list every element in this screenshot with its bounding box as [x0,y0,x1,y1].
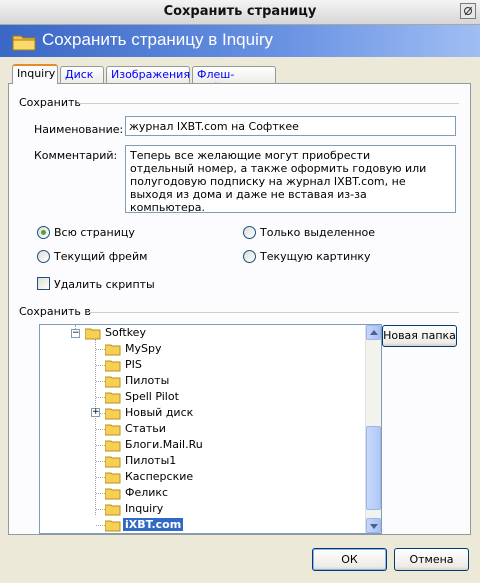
tree-item-label: Блоги.Mail.Ru [125,438,203,451]
tree-item-label: Статьи [125,422,166,435]
cancel-button[interactable]: Отмена [394,548,469,571]
folder-icon [105,520,121,532]
save-to-group-title: Сохранить в [19,305,91,318]
folder-icon [105,376,121,388]
window-title: Сохранить страницу [163,4,317,19]
tab-flash[interactable]: Флеш-файлы [192,66,276,94]
scroll-up-icon[interactable] [366,325,381,340]
radio-current-frame-label: Текущий фрейм [54,250,148,263]
new-folder-button[interactable]: Новая папка [382,325,457,347]
tree-item-label: iXBT.com [123,518,184,531]
radio-current-frame[interactable] [37,250,50,263]
tree-item-label: Пилоты [125,374,170,387]
tree-item-label: PIS [125,358,142,371]
tab-disk[interactable]: Диск [60,66,104,83]
header-banner: Сохранить страницу в Inquiry [0,25,480,57]
ok-button[interactable]: ОК [312,548,387,571]
comment-field[interactable]: Теперь все желающие могут приобрести отд… [125,145,456,213]
folder-icon [105,488,121,500]
radio-current-picture-label: Текущую картинку [260,250,371,263]
tree-item-label: Феликс [125,486,169,499]
folder-icon [105,504,121,516]
radio-whole-page[interactable] [37,226,50,239]
tree-scrollbar[interactable] [365,325,381,533]
divider [87,312,459,313]
tab-panel: Сохранить Наименование: журнал IXBT.com … [8,83,471,535]
tree-item-label: MySpy [125,342,162,355]
tree-item-label: Пилоты1 [125,454,177,467]
folder-icon [85,328,101,340]
folder-icon [105,440,121,452]
tree-item-label: Новый диск [125,406,194,419]
folder-tree[interactable]: − Softkey MySpy PIS Пилоты Spell Pilot + [39,324,382,534]
close-icon[interactable] [460,3,476,19]
tab-images[interactable]: Изображения [106,66,190,83]
folder-icon [105,344,121,356]
comment-label: Комментарий: [34,149,118,162]
folder-icon [12,35,36,51]
remove-scripts-label: Удалить скрипты [54,278,155,291]
title-bar: Сохранить страницу [0,0,480,25]
scroll-thumb[interactable] [366,426,381,510]
folder-icon [105,408,121,420]
remove-scripts-checkbox[interactable] [37,277,50,290]
tab-inquiry[interactable]: Inquiry [12,64,58,84]
folder-icon [105,360,121,372]
header-title: Сохранить страницу в Inquiry [42,30,274,49]
scroll-down-icon[interactable] [366,518,381,533]
radio-current-picture[interactable] [243,250,256,263]
expand-icon[interactable]: + [91,408,100,417]
tree-item-label: Softkey [105,326,146,339]
name-field[interactable]: журнал IXBT.com на Софткее [125,116,456,136]
folder-icon [105,392,121,404]
folder-icon [105,456,121,468]
tree-item-label: Spell Pilot [125,390,179,403]
radio-selected-only[interactable] [243,226,256,239]
collapse-icon[interactable]: − [71,329,80,338]
folder-icon [105,472,121,484]
tree-item-label: Inquiry [125,502,164,515]
folder-icon [105,424,121,436]
divider [79,103,459,104]
radio-whole-page-label: Всю страницу [54,226,135,239]
save-group-title: Сохранить [19,96,81,109]
name-label: Наименование: [34,123,124,136]
tree-item-label: Касперские [125,470,194,483]
radio-selected-only-label: Только выделенное [260,226,376,239]
